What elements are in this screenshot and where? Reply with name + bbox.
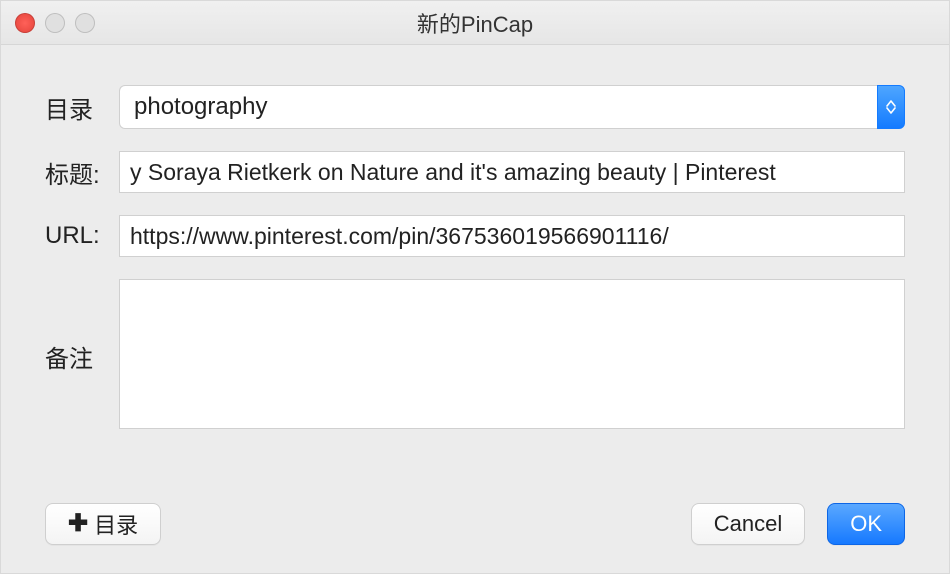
row-directory: 目录 photography	[45, 85, 905, 129]
label-url: URL:	[45, 222, 119, 250]
url-input[interactable]	[119, 215, 905, 257]
label-notes: 备注	[45, 279, 119, 374]
label-title: 标题:	[45, 155, 119, 190]
add-directory-button[interactable]: ✚ 目录	[45, 503, 161, 545]
row-title: 标题:	[45, 151, 905, 193]
title-input[interactable]	[119, 151, 905, 193]
dialog-window: 新的PinCap 目录 photography 标题: URL:	[0, 0, 950, 574]
cancel-label: Cancel	[714, 511, 782, 537]
select-arrows-icon	[877, 85, 905, 129]
directory-select[interactable]: photography	[119, 85, 905, 129]
window-controls	[15, 13, 95, 33]
label-directory: 目录	[45, 90, 119, 125]
plus-icon: ✚	[68, 512, 88, 536]
window-title: 新的PinCap	[417, 7, 533, 39]
directory-select-value: photography	[119, 85, 877, 129]
zoom-window-button[interactable]	[75, 13, 95, 33]
ok-label: OK	[850, 511, 882, 537]
dialog-footer: ✚ 目录 Cancel OK	[1, 503, 949, 545]
notes-textarea[interactable]	[119, 279, 905, 429]
add-directory-label: 目录	[94, 508, 138, 540]
ok-button[interactable]: OK	[827, 503, 905, 545]
close-window-button[interactable]	[15, 13, 35, 33]
row-url: URL:	[45, 215, 905, 257]
dialog-body: 目录 photography 标题: URL: 备注	[1, 45, 949, 486]
cancel-button[interactable]: Cancel	[691, 503, 805, 545]
minimize-window-button[interactable]	[45, 13, 65, 33]
row-notes: 备注	[45, 279, 905, 434]
titlebar: 新的PinCap	[1, 1, 949, 45]
action-buttons: Cancel OK	[691, 503, 905, 545]
